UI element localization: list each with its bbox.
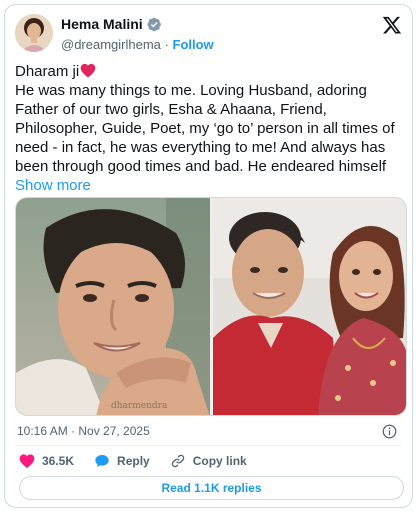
like-button[interactable]: 36.5K xyxy=(19,453,74,469)
read-replies-button[interactable]: Read 1.1K replies xyxy=(19,476,404,500)
reply-label: Reply xyxy=(117,453,150,468)
svg-text:dharmendra: dharmendra xyxy=(111,401,168,411)
copy-link-button[interactable]: Copy link xyxy=(170,453,247,469)
greeting-text: Dharam ji xyxy=(15,63,80,80)
show-more-link[interactable]: Show more xyxy=(15,177,91,194)
photo-couple[interactable] xyxy=(213,198,406,415)
media-grid: dharmendra xyxy=(15,197,407,416)
greeting-line: Dharam ji xyxy=(15,62,407,81)
action-bar: 36.5K Reply Copy link xyxy=(19,452,267,469)
avatar-portrait xyxy=(15,14,53,52)
action-divider xyxy=(15,445,402,446)
reply-bubble-icon xyxy=(95,454,109,467)
author-handle[interactable]: @dreamgirlhema xyxy=(61,37,161,52)
tweet-header: Hema Malini @dreamgirlhema · Follow xyxy=(15,13,402,53)
verified-badge-icon xyxy=(147,17,161,32)
author-display-name[interactable]: Hema Malini xyxy=(61,16,143,33)
x-logo-icon[interactable] xyxy=(382,15,402,35)
reply-button[interactable]: Reply xyxy=(94,453,150,469)
follow-button[interactable]: Follow xyxy=(173,37,214,52)
link-icon xyxy=(171,454,184,467)
post-timestamp[interactable]: 10:16 AM · Nov 27, 2025 xyxy=(17,424,150,439)
author-avatar[interactable] xyxy=(15,14,53,52)
handle-separator: · xyxy=(164,37,169,52)
photo-portrait-young[interactable]: dharmendra xyxy=(16,198,210,415)
author-name-row: Hema Malini xyxy=(61,16,162,33)
info-icon[interactable] xyxy=(382,424,397,439)
like-count: 36.5K xyxy=(42,453,75,468)
heart-emoji-icon xyxy=(80,63,96,78)
tweet-text: Dharam ji He was many things to me. Lovi… xyxy=(15,62,407,195)
author-handle-row: @dreamgirlhema · Follow xyxy=(61,36,214,53)
couple-photo-image xyxy=(213,198,406,415)
vintage-portrait-image: dharmendra xyxy=(16,198,210,415)
copy-link-label: Copy link xyxy=(192,453,247,468)
like-heart-icon xyxy=(19,453,35,468)
tweet-card: Hema Malini @dreamgirlhema · Follow Dhar… xyxy=(4,4,413,508)
tweet-body: He was many things to me. Loving Husband… xyxy=(15,82,395,175)
author-names: Hema Malini @dreamgirlhema · Follow xyxy=(61,16,214,53)
